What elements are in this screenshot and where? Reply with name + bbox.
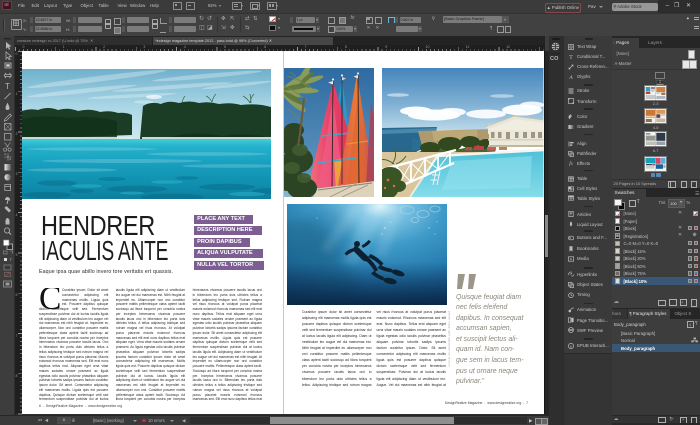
svg-text:T: T — [5, 82, 10, 91]
svg-text:fx: fx — [569, 162, 573, 166]
svg-text:A: A — [568, 75, 573, 80]
svg-text:T: T — [10, 257, 13, 262]
svg-text:T: T — [569, 55, 573, 60]
